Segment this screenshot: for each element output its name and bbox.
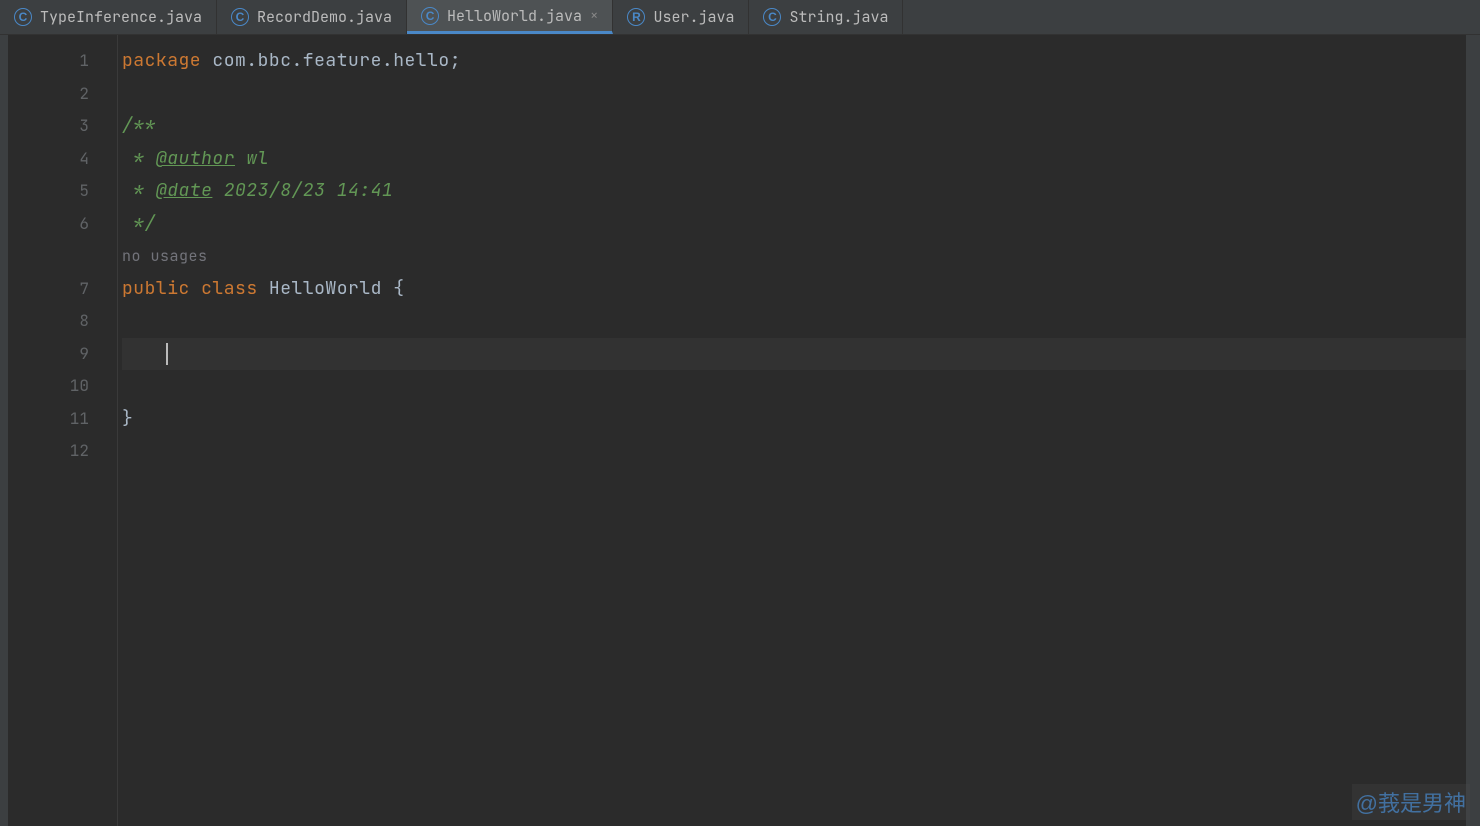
tab-label: User.java (653, 7, 734, 27)
doc-start: /** (122, 114, 156, 137)
line-number: 11 (8, 403, 117, 436)
code-line-12[interactable] (122, 435, 1480, 468)
doc-end: */ (122, 212, 156, 235)
code-line-2[interactable] (122, 78, 1480, 111)
code-line-10[interactable] (122, 370, 1480, 403)
tab-user[interactable]: R User.java (613, 0, 749, 34)
record-file-icon: R (627, 8, 645, 26)
code-line-3[interactable]: /** (122, 110, 1480, 143)
line-number: 6 (8, 208, 117, 241)
open-brace: { (393, 277, 404, 300)
tab-label: HelloWorld.java (447, 6, 582, 26)
tabs-bar: C TypeInference.java C RecordDemo.java C Hell… (0, 0, 1480, 35)
doc-tag-author: @author (156, 147, 235, 170)
class-file-icon: C (763, 8, 781, 26)
watermark: @莪是男神 (1352, 784, 1470, 820)
line-number: 7 (8, 273, 117, 306)
vertical-scrollbar[interactable] (1466, 35, 1480, 826)
line-number: 5 (8, 175, 117, 208)
left-strip (0, 35, 8, 826)
line-number: 2 (8, 78, 117, 111)
keyword-public: public (122, 277, 190, 300)
usages-hint: no usages (122, 246, 208, 266)
doc-prefix: * (122, 179, 156, 202)
tab-label: RecordDemo.java (257, 7, 392, 27)
doc-date-value: 2023/8/23 14:41 (212, 179, 393, 202)
doc-prefix: * (122, 147, 156, 170)
text-cursor (166, 343, 168, 365)
tab-recorddemo[interactable]: C RecordDemo.java (217, 0, 407, 34)
line-number: 12 (8, 435, 117, 468)
tab-label: String.java (789, 7, 888, 27)
code-line-9[interactable] (122, 338, 1480, 371)
class-file-icon: C (231, 8, 249, 26)
line-number: 3 (8, 110, 117, 143)
code-line-5[interactable]: * @date 2023/8/23 14:41 (122, 175, 1480, 208)
gutter: 123456789101112 (8, 35, 118, 826)
line-number: 4 (8, 143, 117, 176)
code-line-8[interactable] (122, 305, 1480, 338)
keyword-package: package (122, 49, 201, 72)
close-brace: } (122, 407, 133, 430)
tab-typeinference[interactable]: C TypeInference.java (0, 0, 217, 34)
line-number: 9 (8, 338, 117, 371)
class-name: HelloWorld (258, 277, 394, 300)
line-number: 8 (8, 305, 117, 338)
tab-string[interactable]: C String.java (749, 0, 903, 34)
close-icon[interactable]: × (590, 7, 598, 25)
doc-author-value: wl (235, 147, 269, 170)
tab-helloworld[interactable]: C HelloWorld.java × (407, 0, 613, 34)
doc-tag-date: @date (156, 179, 213, 202)
code-line-7[interactable]: public class HelloWorld { (122, 273, 1480, 306)
code-line-4[interactable]: * @author wl (122, 143, 1480, 176)
code-area[interactable]: package com.bbc.feature.hello; /** * @au… (118, 35, 1480, 826)
code-line-11[interactable]: } (122, 403, 1480, 436)
code-line-1[interactable]: package com.bbc.feature.hello; (122, 45, 1480, 78)
class-file-icon: C (14, 8, 32, 26)
code-line-6[interactable]: */ (122, 208, 1480, 241)
class-file-icon: C (421, 7, 439, 25)
line-number: 10 (8, 370, 117, 403)
code-hint-line[interactable]: no usages (122, 240, 1480, 273)
line-number (8, 240, 117, 273)
line-number: 1 (8, 45, 117, 78)
package-path: com.bbc.feature.hello; (201, 49, 461, 72)
keyword-class: class (201, 277, 258, 300)
tab-label: TypeInference.java (40, 7, 202, 27)
editor-area: 123456789101112 package com.bbc.feature.… (0, 35, 1480, 826)
